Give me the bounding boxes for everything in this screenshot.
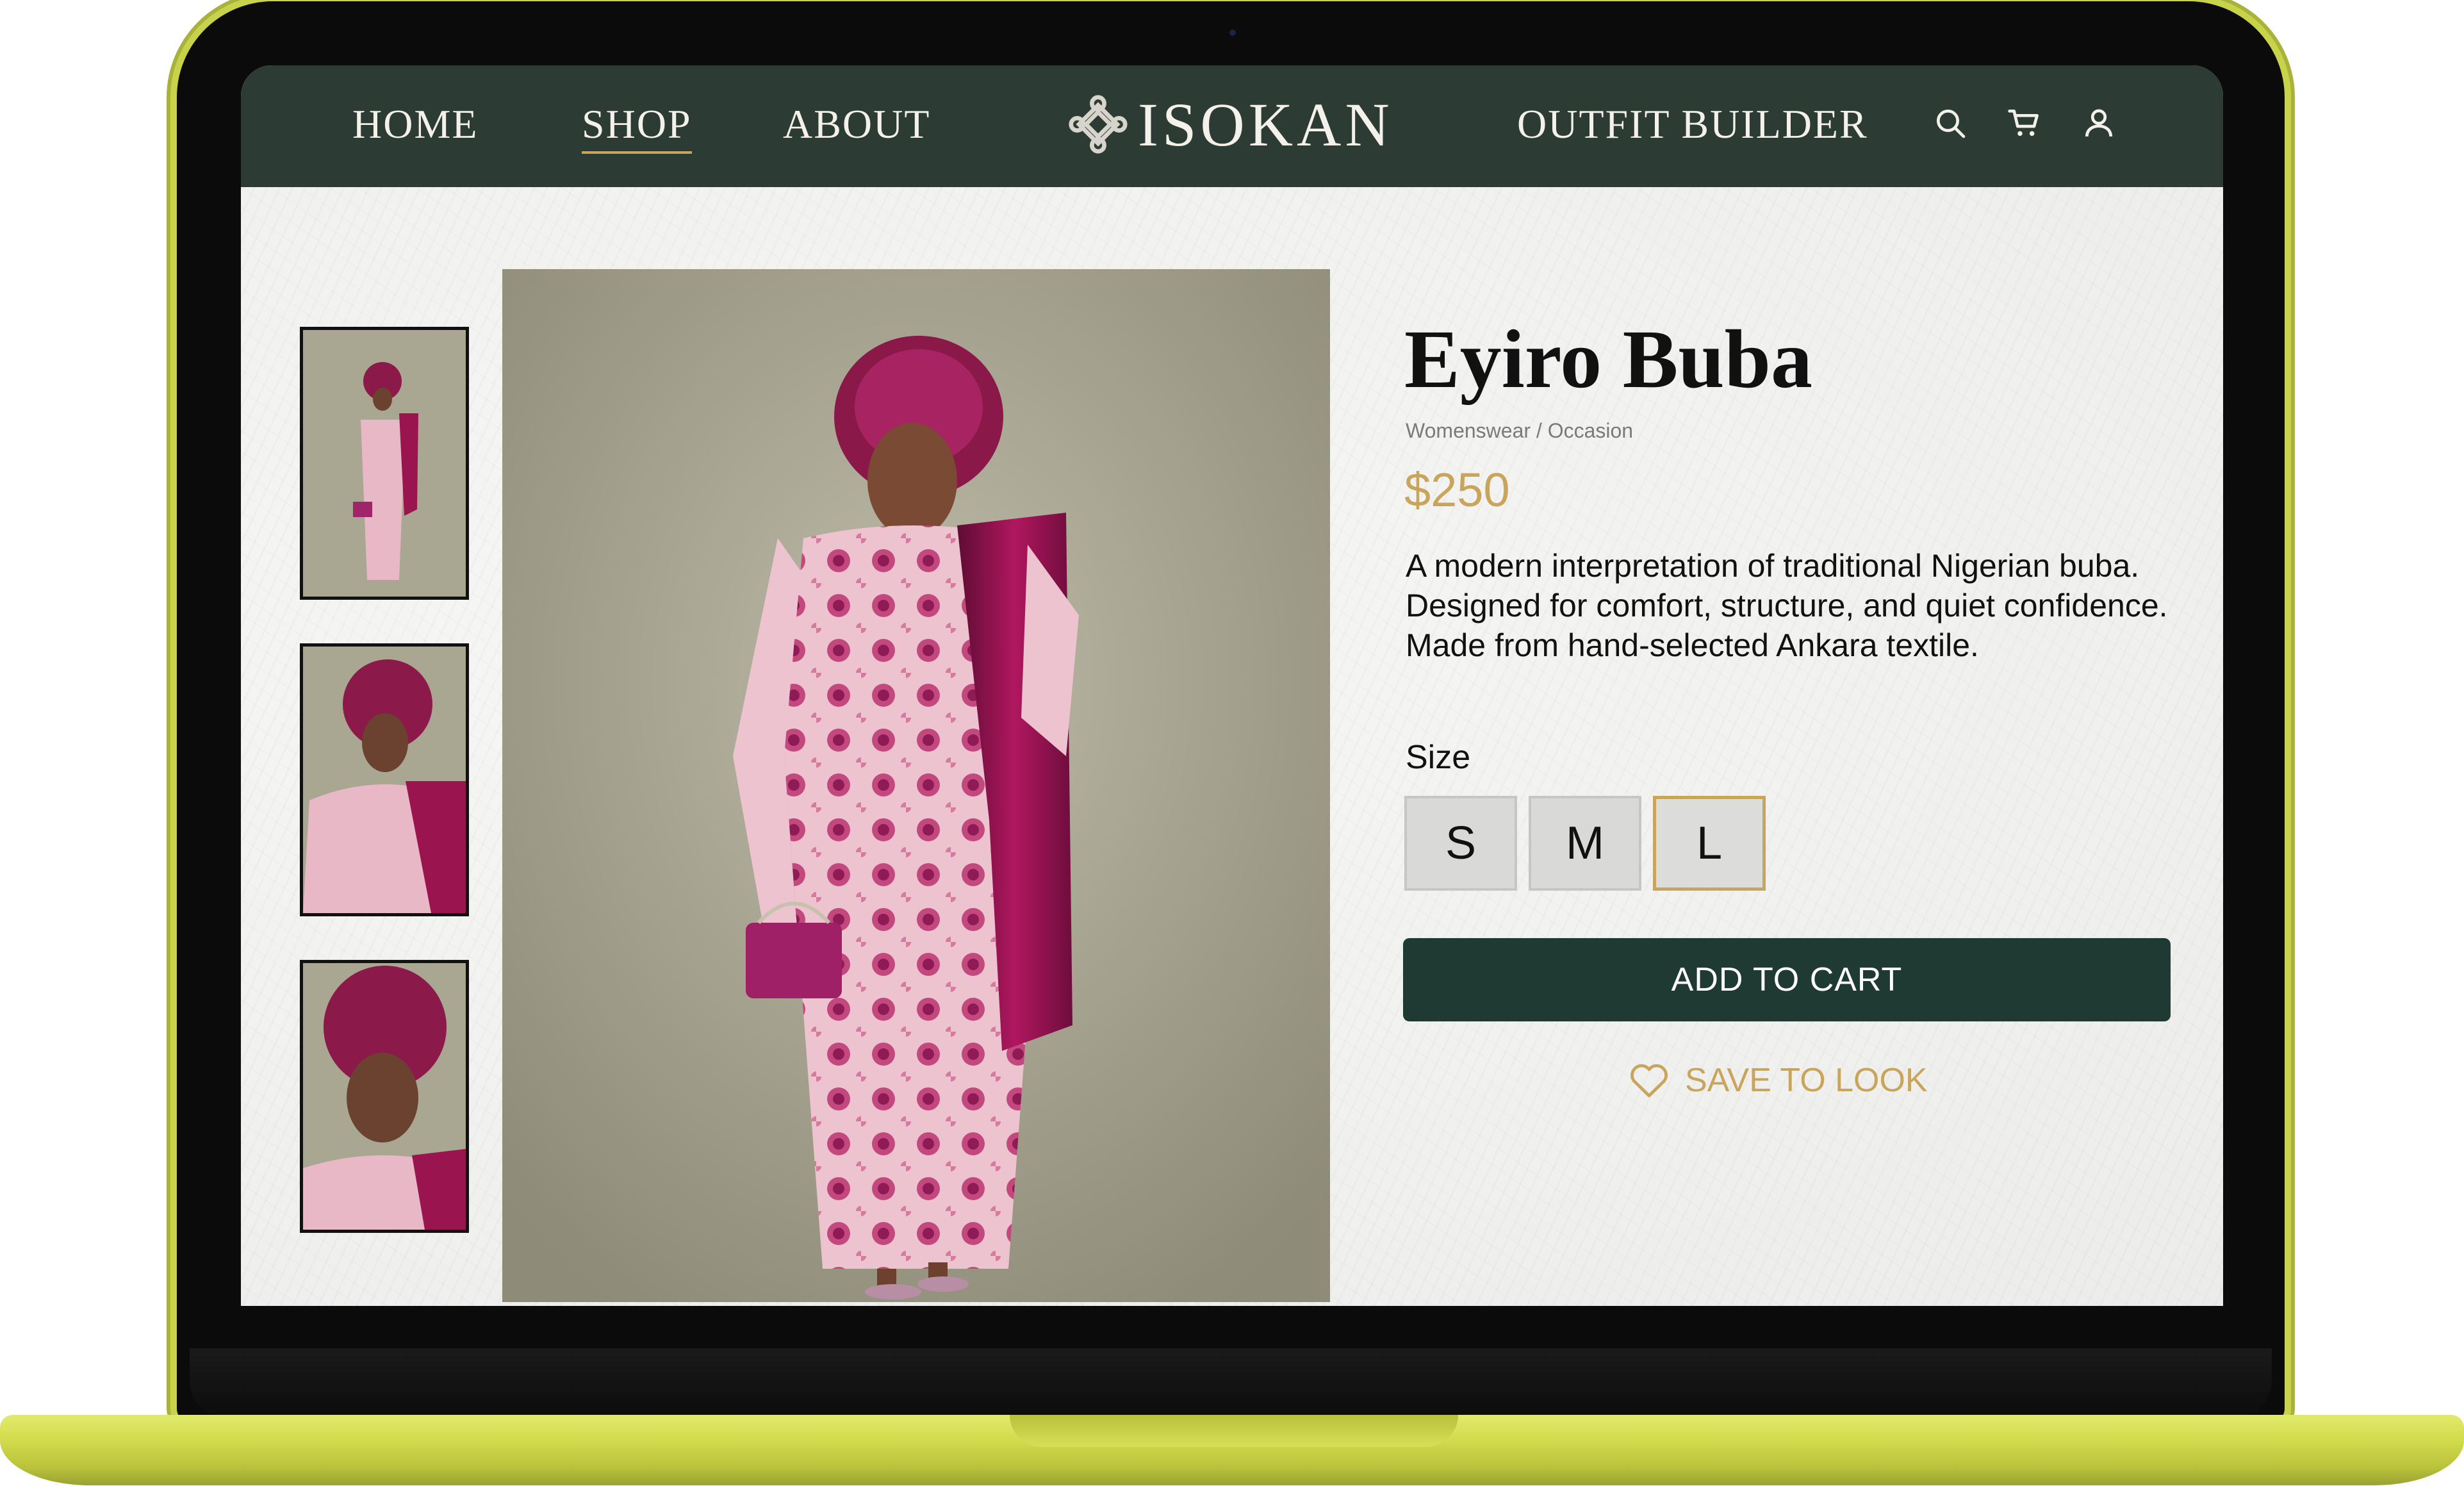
screen: HOME SHOP ABOUT ISOKAN OUTFIT BUILDER Ey… (241, 65, 2223, 1306)
brand-name: ISOKAN (1138, 90, 1393, 159)
search-icon[interactable] (1932, 105, 1968, 141)
product-price: $250 (1404, 463, 1510, 516)
description-line: A modern interpretation of traditional N… (1406, 548, 2140, 584)
save-to-look-button[interactable]: SAVE TO LOOK (1629, 1057, 1928, 1103)
add-to-cart-button[interactable]: ADD TO CART (1403, 938, 2171, 1021)
knot-logo-icon (1069, 95, 1128, 154)
product-description: A modern interpretation of traditional N… (1406, 546, 2219, 665)
size-option-l[interactable]: L (1653, 796, 1766, 891)
description-line: Made from hand-selected Ankara textile. (1406, 627, 1979, 663)
cart-icon[interactable] (2007, 105, 2042, 141)
thumbnail-image (303, 647, 466, 913)
thumbnail-image (303, 963, 466, 1230)
camera (1229, 29, 1236, 36)
heart-icon (1630, 1064, 1668, 1098)
nav-home[interactable]: HOME (352, 99, 478, 150)
main-product-image (502, 269, 1330, 1302)
thumbnail-portrait[interactable] (300, 960, 469, 1233)
thumbnail-upper-body[interactable] (300, 643, 469, 916)
brand-logo[interactable]: ISOKAN (1067, 86, 1393, 163)
thumbnail-full-length[interactable] (300, 327, 469, 600)
add-to-cart-label: ADD TO CART (1671, 961, 1903, 998)
laptop-notch (1010, 1415, 1458, 1447)
product-title: Eyiro Buba (1404, 313, 1812, 406)
description-line: Designed for comfort, structure, and qui… (1406, 588, 2168, 623)
nav-about[interactable]: ABOUT (783, 99, 930, 150)
size-label: Size (1406, 739, 1471, 776)
size-option-m[interactable]: M (1529, 796, 1641, 891)
lid-bottom-bezel (190, 1348, 2272, 1419)
size-option-s[interactable]: S (1404, 796, 1517, 891)
navbar: HOME SHOP ABOUT ISOKAN OUTFIT BUILDER (241, 65, 2223, 187)
thumbnail-image (303, 330, 466, 597)
user-icon[interactable] (2081, 105, 2117, 141)
product-photo (502, 269, 1330, 1302)
save-to-look-label: SAVE TO LOOK (1685, 1062, 1928, 1099)
product-category[interactable]: Womenswear / Occasion (1406, 419, 1633, 443)
nav-shop[interactable]: SHOP (582, 99, 692, 154)
nav-outfit-builder[interactable]: OUTFIT BUILDER (1517, 99, 1868, 150)
